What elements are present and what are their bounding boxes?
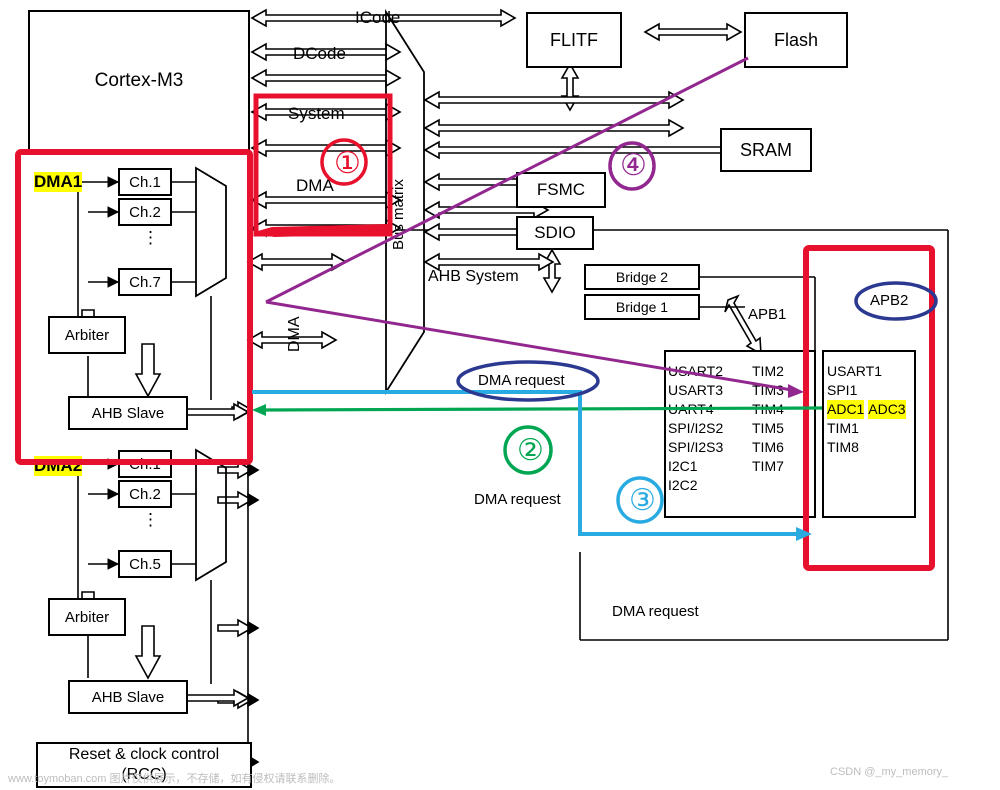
label-cortex-m3: Cortex-M3 [94, 70, 184, 91]
box-sram: SRAM [720, 128, 812, 172]
apb1-right-list: TIM2 TIM3 TIM4 TIM5 TIM6 TIM7 [752, 362, 784, 476]
annotation-4: ④ [620, 149, 647, 182]
label-adc1: ADC1 [827, 400, 865, 419]
box-dma2-arbiter: Arbiter [48, 598, 126, 636]
dma1-dots: ⋮ [142, 228, 159, 247]
label-icode: ICode [355, 8, 401, 27]
label-adc3: ADC3 [868, 400, 906, 419]
box-dma2-ch1: Ch.1 [118, 450, 172, 478]
label-system: System [288, 104, 345, 123]
box-dma2-ch5: Ch.5 [118, 550, 172, 578]
label-usart2: USART2 [668, 363, 723, 379]
apb2-list: USART1 SPI1 ADC1 ADC3 TIM1 TIM8 [827, 362, 906, 457]
label-tim7: TIM7 [752, 458, 784, 474]
label-tim8: TIM8 [827, 439, 859, 455]
label-dma-request-2: DMA request [474, 491, 561, 508]
label-i2c1: I2C1 [668, 458, 698, 474]
label-apb1: APB1 [748, 306, 787, 323]
label-dma1-ch2: Ch.2 [129, 203, 161, 221]
box-dma1-ch2: Ch.2 [118, 198, 172, 226]
dma2-dots: ⋮ [142, 510, 159, 529]
label-dma-top: DMA [296, 176, 334, 195]
label-dma1-title: DMA1 [34, 172, 83, 192]
apb1-left-list: USART2 USART3 UART4 SPI/I2S2 SPI/I2S3 I2… [668, 362, 723, 495]
label-dma1-ch1: Ch.1 [129, 173, 161, 191]
label-dma2-ahb-slave: AHB Slave [91, 688, 165, 706]
label-dma-request-1: DMA request [478, 372, 565, 389]
box-sdio: SDIO [516, 216, 594, 250]
label-tim5: TIM5 [752, 420, 784, 436]
box-cortex-m3: Cortex-M3 [28, 10, 250, 152]
box-bridge-1: Bridge 1 [584, 294, 700, 320]
label-sram: SRAM [739, 139, 792, 160]
label-tim3: TIM3 [752, 382, 784, 398]
annotation-3: ③ [629, 484, 656, 517]
label-dma1-ahb-slave: AHB Slave [91, 404, 165, 422]
label-dma-request-3: DMA request [612, 603, 699, 620]
box-dma1-ch7: Ch.7 [118, 268, 172, 296]
box-bridge-2: Bridge 2 [584, 264, 700, 290]
box-fsmc: FSMC [516, 172, 606, 208]
watermark-right: CSDN @_my_memory_ [830, 766, 949, 778]
label-tim4: TIM4 [752, 401, 784, 417]
box-dma1-ahb-slave: AHB Slave [68, 396, 188, 430]
label-dma-vertical: DMA [286, 316, 303, 352]
label-ahb-system: AHB System [428, 268, 519, 285]
label-bridge-2: Bridge 2 [615, 269, 669, 285]
label-dma1-ch7: Ch.7 [129, 273, 161, 291]
label-flash: Flash [773, 29, 818, 50]
label-spi-i2s3: SPI/I2S3 [668, 439, 724, 455]
label-dma2-ch1: Ch.1 [129, 455, 161, 473]
label-bridge-1: Bridge 1 [615, 299, 669, 315]
label-usart1: USART1 [827, 363, 882, 379]
label-spi1: SPI1 [827, 382, 858, 398]
label-dma2-ch5: Ch.5 [129, 555, 161, 573]
label-sdio: SDIO [534, 223, 576, 242]
label-dma2-ch2: Ch.2 [129, 485, 161, 503]
diagram-canvas: Cortex-M3 FLITF Flash SRAM FSMC SDIO Bri… [0, 0, 1000, 790]
label-dma1-arbiter: Arbiter [64, 326, 110, 344]
label-flitf: FLITF [550, 29, 598, 50]
label-tim2: TIM2 [752, 363, 784, 379]
watermark-left: www.toymoban.com 图片仅供展示，不存储，如有侵权请联系删除。 [8, 773, 341, 785]
label-tim1: TIM1 [827, 420, 859, 436]
box-dma1-arbiter: Arbiter [48, 316, 126, 354]
label-dma2-arbiter: Arbiter [64, 608, 110, 626]
box-dma2-ahb-slave: AHB Slave [68, 680, 188, 714]
box-dma2-ch2: Ch.2 [118, 480, 172, 508]
box-flitf: FLITF [526, 12, 622, 68]
label-uart4: UART4 [668, 401, 714, 417]
box-flash: Flash [744, 12, 848, 68]
label-tim6: TIM6 [752, 439, 784, 455]
label-i2c2: I2C2 [668, 477, 698, 493]
label-dcode: DCode [293, 44, 346, 63]
label-spi-i2s2: SPI/I2S2 [668, 420, 724, 436]
label-bus-matrix: Bus matrix [390, 179, 407, 250]
annotation-2: ② [517, 434, 544, 467]
label-apb2: APB2 [870, 292, 909, 309]
label-usart3: USART3 [668, 382, 723, 398]
box-dma1-ch1: Ch.1 [118, 168, 172, 196]
label-fsmc: FSMC [536, 180, 586, 199]
annotation-1: ① [334, 147, 361, 180]
label-dma2-title: DMA2 [34, 456, 83, 476]
